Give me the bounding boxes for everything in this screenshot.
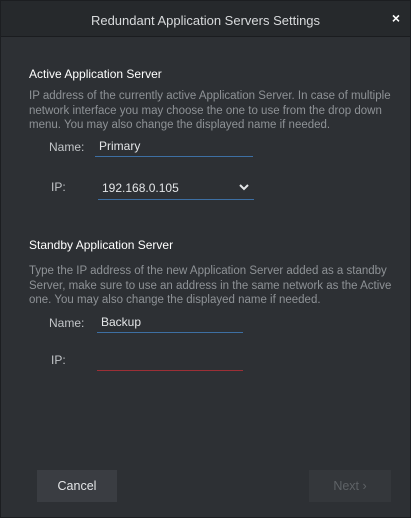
active-name-label: Name: bbox=[49, 140, 85, 154]
active-ip-dropdown[interactable]: 192.168.0.105 bbox=[98, 176, 254, 200]
active-ip-value: 192.168.0.105 bbox=[102, 181, 179, 195]
next-button[interactable]: Next › bbox=[309, 470, 391, 502]
standby-ip-input[interactable] bbox=[97, 349, 243, 371]
active-ip-label: IP: bbox=[51, 180, 66, 194]
close-icon[interactable]: × bbox=[388, 10, 404, 26]
standby-name-input[interactable] bbox=[97, 311, 243, 333]
title-bar: Redundant Application Servers Settings × bbox=[1, 1, 410, 37]
standby-ip-label: IP: bbox=[51, 353, 66, 367]
standby-server-description: Type the IP address of the new Applicati… bbox=[29, 265, 392, 306]
settings-dialog: Redundant Application Servers Settings ×… bbox=[0, 0, 411, 518]
dialog-title: Redundant Application Servers Settings bbox=[90, 13, 321, 28]
active-server-description: IP address of the currently active Appli… bbox=[29, 90, 391, 131]
standby-server-heading: Standby Application Server bbox=[29, 238, 174, 252]
active-name-input[interactable] bbox=[95, 135, 253, 157]
chevron-down-icon bbox=[239, 184, 249, 191]
active-server-heading: Active Application Server bbox=[29, 67, 162, 81]
cancel-button[interactable]: Cancel bbox=[37, 470, 117, 502]
standby-name-label: Name: bbox=[49, 316, 85, 330]
